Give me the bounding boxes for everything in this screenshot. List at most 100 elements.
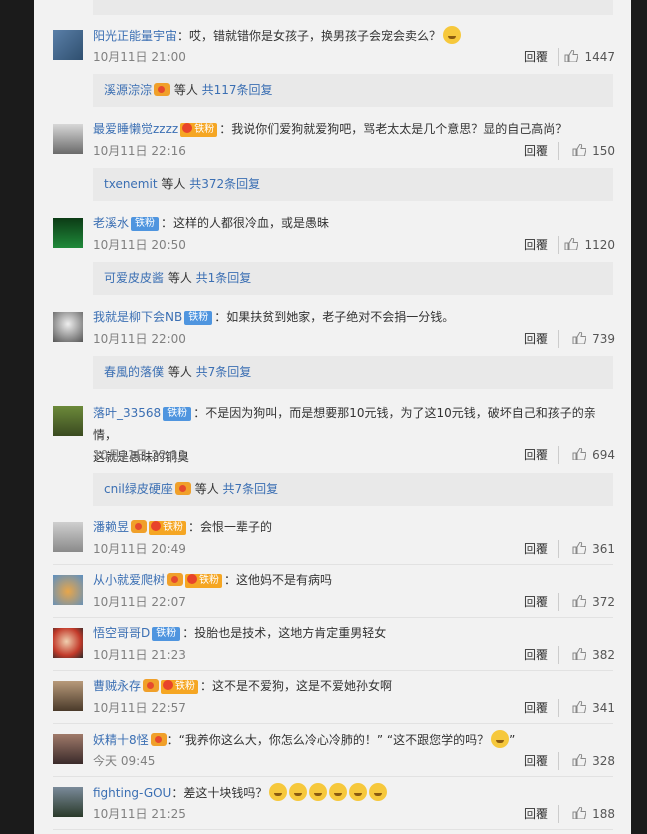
comment-time: 10月11日 22:00 (93, 332, 186, 346)
thumbs-up-icon (564, 238, 579, 250)
like-button[interactable]: 1447 (564, 48, 615, 66)
avatar[interactable] (53, 124, 83, 154)
reply-button[interactable]: 回覆 (524, 805, 559, 823)
crying-face-icon (443, 26, 462, 44)
comment-user-name[interactable]: 妖精十8怪 (93, 733, 149, 747)
medal-icon (154, 83, 171, 96)
fan-badge: 铁粉 (131, 217, 160, 231)
like-count: 188 (592, 807, 615, 821)
reply-button[interactable]: 回覆 (524, 236, 559, 254)
comment-user-name[interactable]: 老溪水 (93, 216, 129, 230)
comment-user-name[interactable]: 落叶_33568 (93, 406, 161, 420)
divider (53, 829, 613, 830)
comment-user-name[interactable]: fighting-GOU (93, 786, 171, 800)
subreply-box[interactable]: cnil绿皮硬座 等人 共7条回复 (93, 473, 613, 506)
reply-button[interactable]: 回覆 (524, 330, 559, 348)
reply-button[interactable]: 回覆 (524, 699, 559, 717)
comment-time: 10月11日 20:49 (93, 542, 186, 556)
comment-user-name[interactable]: 我就是柳下会NB (93, 310, 182, 324)
avatar[interactable] (53, 406, 83, 436)
like-button[interactable]: 382 (572, 646, 615, 664)
comment-text: ：差这十块钱吗？ (171, 786, 268, 800)
reply-button[interactable]: 回覆 (524, 593, 559, 611)
fan-badge: 铁粉 (180, 123, 218, 137)
avatar[interactable] (53, 312, 83, 342)
subreply-count-link[interactable]: 共372条回复 (189, 177, 260, 191)
divider (53, 723, 613, 724)
avatar[interactable] (53, 681, 83, 711)
avatar[interactable] (53, 522, 83, 552)
subreply-box[interactable]: txenemit 等人 共372条回复 (93, 168, 613, 201)
like-button[interactable]: 1120 (564, 236, 615, 254)
like-button[interactable]: 739 (572, 330, 615, 348)
thumbs-up-icon (572, 648, 587, 660)
subreply-count-link[interactable]: 共1条回复 (196, 271, 252, 285)
like-button[interactable]: 372 (572, 593, 615, 611)
comment-user-name[interactable]: 曹贼永存 (93, 679, 141, 693)
subreply-count-link[interactable]: 共7条回复 (196, 365, 252, 379)
comment-text: ：如果扶贫到她家，老子绝对不会捐一分钱。 (214, 310, 455, 324)
subreply-user[interactable]: 溪源淙淙 (104, 83, 152, 97)
fan-badge: 铁粉 (163, 407, 192, 421)
smile-face-icon (491, 730, 510, 748)
laughing-face-icon (369, 783, 388, 801)
comment-user-name[interactable]: 最爱睡懒觉zzzz (93, 122, 178, 136)
reply-button[interactable]: 回覆 (524, 646, 559, 664)
avatar[interactable] (53, 628, 83, 658)
fan-badge: 铁粉 (149, 521, 187, 535)
subreply-box[interactable]: 溪源淙淙 等人 共117条回复 (93, 74, 613, 107)
comment-time: 10月11日 22:57 (93, 701, 186, 715)
like-count: 372 (592, 595, 615, 609)
subreply-box[interactable]: 春風的落僕 等人 共7条回复 (93, 356, 613, 389)
divider (53, 564, 613, 565)
reply-button[interactable]: 回覆 (524, 752, 559, 770)
subreply-user[interactable]: txenemit (104, 177, 158, 191)
like-button[interactable]: 150 (572, 142, 615, 160)
comment-user-name[interactable]: 潘赖昱 (93, 520, 129, 534)
comment-text-end: ” (509, 733, 516, 747)
like-button[interactable]: 694 (572, 446, 615, 464)
subreply-user[interactable]: 春風的落僕 (104, 365, 164, 379)
avatar[interactable] (53, 734, 83, 764)
comment-time: 10月11日 22:13 (93, 448, 186, 462)
reply-button[interactable]: 回覆 (524, 142, 559, 160)
divider (53, 670, 613, 671)
subreply-count-link[interactable]: 共117条回复 (202, 83, 273, 97)
crown-icon (163, 680, 174, 690)
comment-time: 10月11日 22:07 (93, 595, 186, 609)
laughing-face-icon (269, 783, 288, 801)
reply-button[interactable]: 回覆 (524, 540, 559, 558)
comment-text: ：这样的人都很冷血，或是愚昧 (161, 216, 330, 230)
like-button[interactable]: 361 (572, 540, 615, 558)
fan-badge: 铁粉 (184, 311, 213, 325)
comment-user-name[interactable]: 从小就爱爬树 (93, 573, 165, 587)
subreply-user[interactable]: 可爱皮皮酱 (104, 271, 164, 285)
laughing-face-icon (329, 783, 348, 801)
avatar[interactable] (53, 30, 83, 60)
comment-time: 10月11日 22:16 (93, 144, 186, 158)
avatar[interactable] (53, 787, 83, 817)
comment-user-name[interactable]: 阳光正能量宇宙 (93, 29, 177, 43)
subreply-user[interactable]: cnil绿皮硬座 (104, 482, 173, 496)
comment-user-name[interactable]: 悟空哥哥D (93, 626, 150, 640)
comment-time: 10月11日 21:25 (93, 807, 186, 821)
subreply-box[interactable]: 可爱皮皮酱 等人 共1条回复 (93, 262, 613, 295)
comment-text: ：“我养你这么大，你怎么冷心冷肺的！” “这不跟您学的吗？ (166, 733, 490, 747)
fan-badge: 铁粉 (161, 680, 199, 694)
like-count: 382 (592, 648, 615, 662)
comment-text: ：这不是不爱狗，这是不爱她孙女啊 (200, 679, 393, 693)
subreply-count-link[interactable]: 共7条回复 (223, 482, 279, 496)
avatar[interactable] (53, 575, 83, 605)
like-count: 739 (592, 332, 615, 346)
avatar[interactable] (53, 218, 83, 248)
fan-badge: 铁粉 (185, 574, 223, 588)
like-button[interactable]: 328 (572, 752, 615, 770)
reply-button[interactable]: 回覆 (524, 48, 559, 66)
medal-icon (131, 520, 148, 533)
reply-button[interactable]: 回覆 (524, 446, 559, 464)
previous-subreply-box[interactable] (93, 0, 613, 15)
like-button[interactable]: 341 (572, 699, 615, 717)
like-button[interactable]: 188 (572, 805, 615, 823)
subreply-separator-text: 等人 (170, 83, 202, 97)
medal-icon (143, 679, 160, 692)
